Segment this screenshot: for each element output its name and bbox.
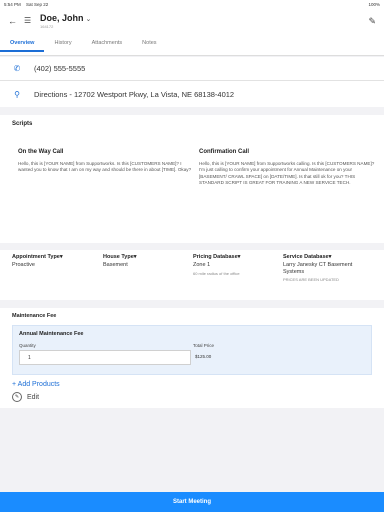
appointment-type-field[interactable]: Appointment Type▾ Proactive: [12, 254, 100, 269]
field-value: Proactive: [12, 262, 35, 268]
maintenance-section: Maintenance Fee Annual Maintenance Fee Q…: [0, 308, 384, 408]
menu-icon[interactable]: ☰: [24, 16, 31, 25]
battery-indicator: 100%: [368, 1, 380, 7]
chevron-down-icon: ⌄: [85, 16, 92, 23]
phone-icon: ✆: [13, 64, 21, 73]
customer-name-dropdown[interactable]: Doe, John ⌄: [40, 13, 91, 23]
tab-overview[interactable]: Overview: [0, 36, 45, 52]
scripts-title: Scripts: [12, 121, 33, 127]
script-title: On the Way Call: [18, 149, 64, 155]
field-note: 60 mile radius of the office: [193, 270, 240, 276]
script-title: Confirmation Call: [199, 149, 250, 155]
field-label: House Type: [103, 254, 134, 260]
tab-notes[interactable]: Notes: [132, 36, 166, 52]
edit-customer-icon[interactable]: ✎: [368, 16, 376, 27]
total-price-label: Total Price: [193, 343, 215, 348]
total-price-value: $125.00: [195, 354, 212, 359]
script-body: Hello, this is [YOUR NAME] from Supportw…: [199, 161, 375, 185]
field-value: Larry Janesky CT Basement Systems: [283, 262, 353, 275]
customer-id: 164172: [40, 24, 54, 29]
field-value: Basement: [103, 262, 128, 268]
start-meeting-button[interactable]: Start Meeting: [0, 492, 384, 512]
appointment-fields: Appointment Type▾ Proactive House Type▾ …: [0, 250, 384, 300]
script-card-confirmation: Confirmation Call Hello, this is [YOUR N…: [199, 149, 375, 186]
directions-row[interactable]: ⚲ Directions - 12702 Westport Pkwy, La V…: [0, 82, 384, 106]
location-pin-icon: ⚲: [14, 89, 20, 99]
customer-name: Doe, John: [40, 13, 84, 23]
tab-history[interactable]: History: [44, 36, 81, 52]
phone-row[interactable]: ✆ (402) 555-5555: [0, 57, 384, 81]
edit-button[interactable]: ✎ Edit: [12, 392, 39, 402]
directions-address: Directions - 12702 Westport Pkwy, La Vis…: [34, 89, 235, 99]
back-arrow-icon[interactable]: ←: [8, 16, 17, 26]
field-note: PRICES ARE BEEN UPDATED: [283, 277, 339, 282]
tab-attachments[interactable]: Attachments: [82, 36, 133, 52]
phone-number: (402) 555-5555: [34, 64, 86, 73]
edit-circle-icon: ✎: [12, 392, 22, 402]
customer-header: ← ☰ Doe, John ⌄ 164172 ✎ Overview History…: [0, 8, 384, 56]
pricing-database-field[interactable]: Pricing Database▾ Zone 1 60 mile radius …: [193, 254, 281, 276]
field-label: Appointment Type: [12, 254, 60, 260]
status-date: Sat Sep 22: [26, 1, 49, 7]
caret-down-icon: ▾: [59, 254, 63, 260]
status-bar: 5:54 PM Sat Sep 22 100%: [0, 0, 384, 8]
status-time: 5:54 PM: [4, 1, 21, 7]
contact-section: ✆ (402) 555-5555 ⚲ Directions - 12702 We…: [0, 57, 384, 107]
field-label: Pricing Database: [193, 254, 238, 260]
fee-card: Annual Maintenance Fee Quantity Total Pr…: [12, 325, 372, 375]
field-value: Zone 1: [193, 262, 211, 268]
scripts-section: Scripts On the Way Call Hello, this is […: [0, 115, 384, 243]
fee-name: Annual Maintenance Fee: [19, 331, 84, 337]
house-type-field[interactable]: House Type▾ Basement: [103, 254, 191, 269]
quantity-label: Quantity: [19, 343, 36, 348]
add-products-link[interactable]: + Add Products: [12, 381, 60, 388]
caret-down-icon: ▾: [328, 254, 332, 260]
field-label: Service Database: [283, 254, 329, 260]
script-card-on-the-way: On the Way Call Hello, this is [YOUR NAM…: [18, 149, 194, 174]
script-body: Hello, this is [YOUR NAME] from Supportw…: [18, 161, 192, 173]
service-database-field[interactable]: Service Database▾ Larry Janesky CT Basem…: [283, 254, 371, 282]
caret-down-icon: ▾: [133, 254, 137, 260]
tab-bar: Overview History Attachments Notes: [0, 36, 384, 56]
edit-label: Edit: [27, 393, 40, 401]
maintenance-title: Maintenance Fee: [12, 313, 57, 319]
quantity-input[interactable]: [19, 350, 191, 365]
caret-down-icon: ▾: [237, 254, 241, 260]
